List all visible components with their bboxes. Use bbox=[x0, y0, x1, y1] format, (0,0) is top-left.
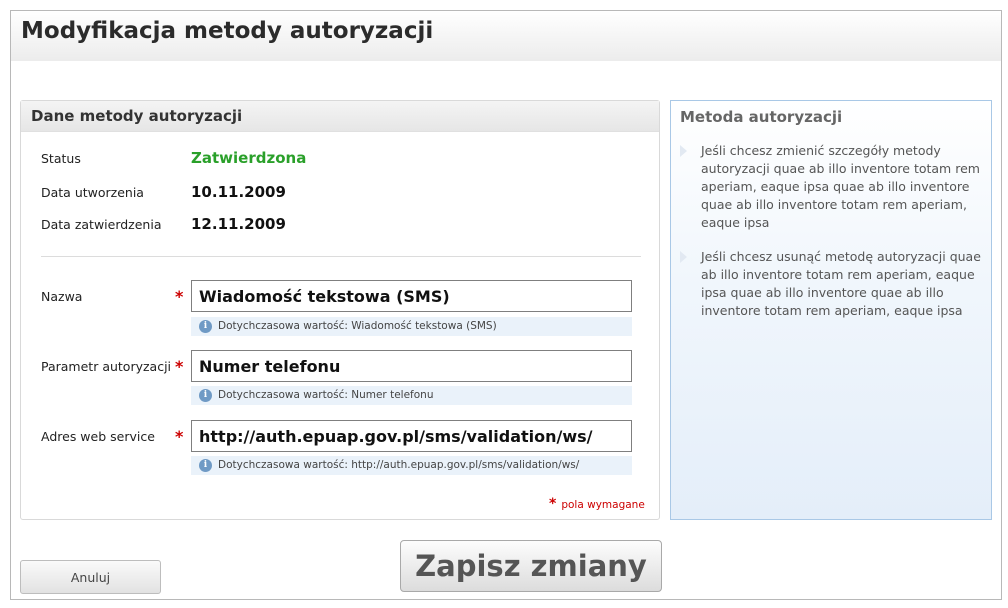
approved-date-label: Data zatwierdzenia bbox=[41, 217, 162, 232]
name-hint-text: Dotychczasowa wartość: Wiadomość tekstow… bbox=[218, 320, 497, 332]
required-star-icon: * bbox=[549, 496, 557, 512]
save-changes-button[interactable]: Zapisz zmiany bbox=[400, 540, 662, 592]
details-panel-header: Dane metody autoryzacji bbox=[21, 101, 659, 132]
required-note-text: pola wymagane bbox=[561, 499, 645, 511]
page-header: Modyfikacja metody autoryzacji bbox=[11, 11, 1001, 61]
ws-hint: i Dotychczasowa wartość: http://auth.epu… bbox=[191, 456, 632, 475]
cancel-button[interactable]: Anuluj bbox=[20, 560, 161, 594]
param-hint: i Dotychczasowa wartość: Numer telefonu bbox=[191, 386, 632, 405]
name-hint: i Dotychczasowa wartość: Wiadomość tekst… bbox=[191, 317, 632, 336]
ws-input[interactable] bbox=[191, 420, 632, 452]
name-input[interactable] bbox=[191, 280, 632, 312]
details-section-title: Dane metody autoryzacji bbox=[31, 107, 243, 125]
page-title: Modyfikacja metody autoryzacji bbox=[21, 18, 434, 44]
divider bbox=[41, 256, 641, 257]
help-panel: Metoda autoryzacji Jeśli chcesz zmienić … bbox=[670, 100, 992, 520]
help-title: Metoda autoryzacji bbox=[680, 108, 843, 126]
param-required-star: * bbox=[175, 357, 184, 376]
ws-required-star: * bbox=[175, 427, 184, 446]
created-date-label: Data utworzenia bbox=[41, 185, 144, 200]
help-paragraph-edit: Jeśli chcesz zmienić szczegóły metody au… bbox=[701, 143, 980, 230]
created-date-value: 10.11.2009 bbox=[191, 183, 286, 201]
status-value: Zatwierdzona bbox=[191, 149, 307, 167]
details-panel: Dane metody autoryzacji Status Zatwierdz… bbox=[20, 100, 660, 520]
approved-date-value: 12.11.2009 bbox=[191, 215, 286, 233]
name-required-star: * bbox=[175, 287, 184, 306]
status-label: Status bbox=[41, 151, 81, 166]
main-window: Modyfikacja metody autoryzacji Dane meto… bbox=[10, 10, 1002, 600]
name-label: Nazwa bbox=[41, 289, 83, 304]
info-icon: i bbox=[199, 389, 212, 402]
required-fields-note: * pola wymagane bbox=[549, 496, 645, 512]
ws-label: Adres web service bbox=[41, 429, 155, 444]
info-icon: i bbox=[199, 459, 212, 472]
param-input[interactable] bbox=[191, 350, 632, 382]
info-icon: i bbox=[199, 320, 212, 333]
arrow-right-icon bbox=[680, 145, 687, 157]
arrow-right-icon bbox=[680, 251, 687, 263]
param-label: Parametr autoryzacji bbox=[41, 359, 172, 374]
param-hint-text: Dotychczasowa wartość: Numer telefonu bbox=[218, 389, 434, 401]
help-paragraph-delete: Jeśli chcesz usunąć metodę autoryzacji q… bbox=[701, 249, 981, 318]
ws-hint-text: Dotychczasowa wartość: http://auth.epuap… bbox=[218, 459, 580, 471]
